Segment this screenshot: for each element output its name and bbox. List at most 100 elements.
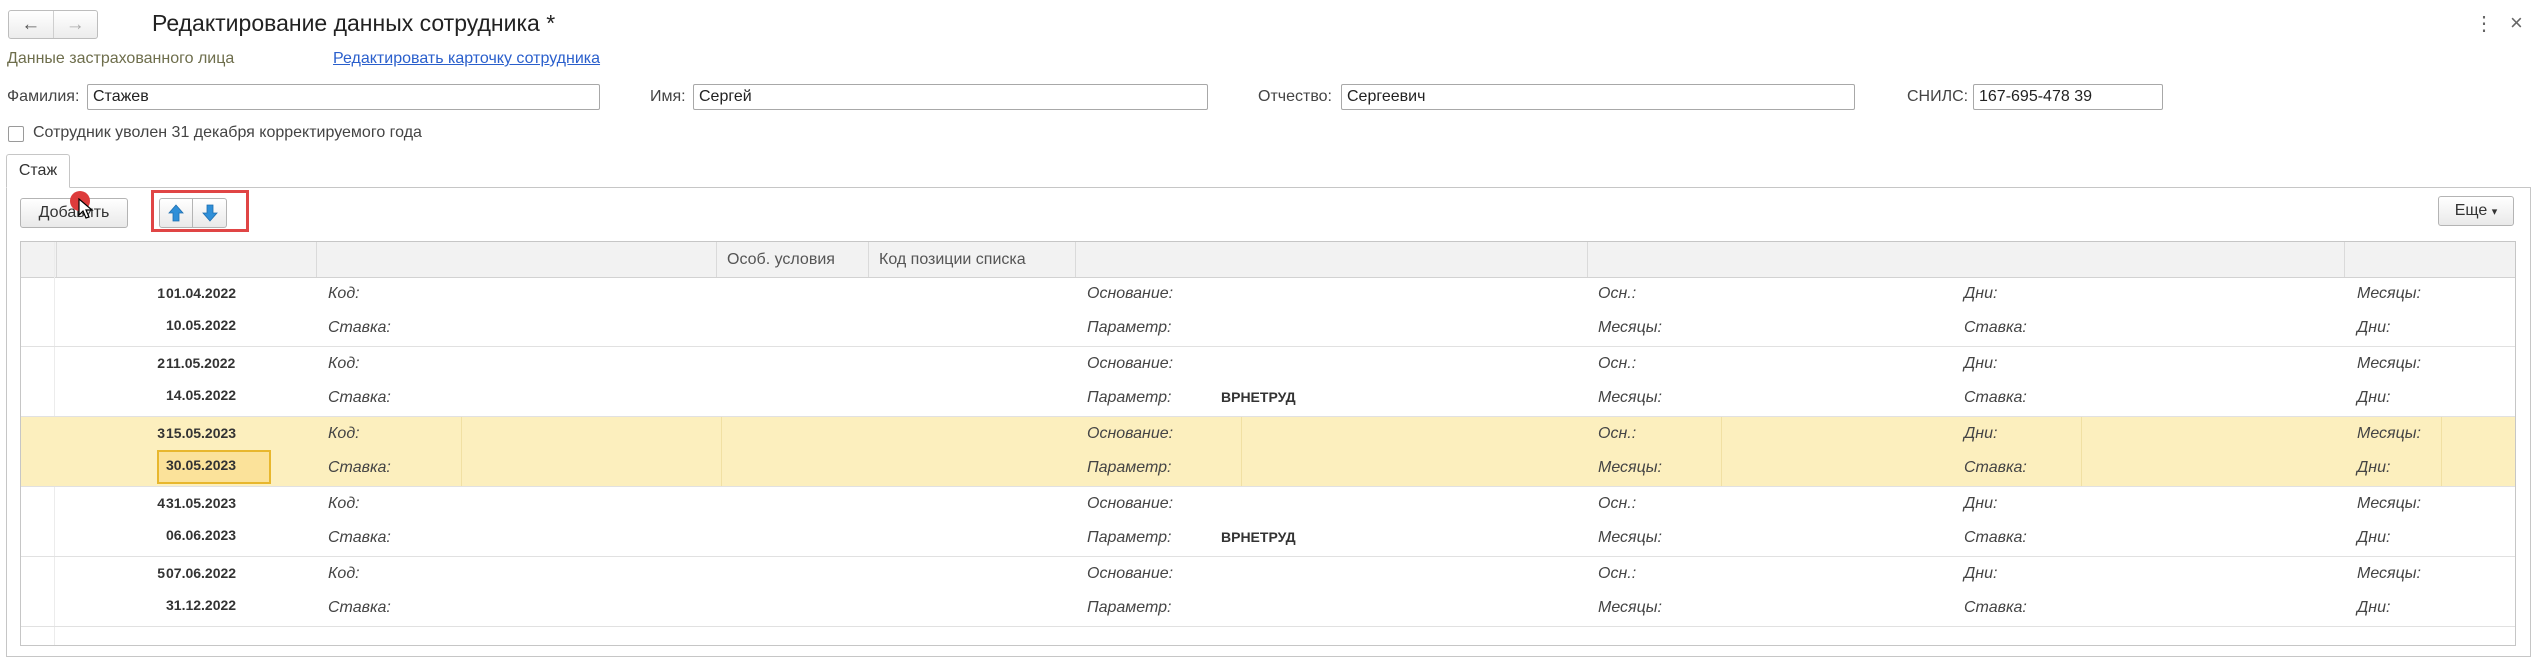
- dismissed-checkbox-label: Сотрудник уволен 31 декабря корректируем…: [33, 124, 422, 141]
- rate-label: Ставка:: [328, 459, 391, 476]
- months-b-label: Месяцы:: [2357, 285, 2421, 302]
- days-label: Дни:: [1964, 355, 1998, 372]
- period-start-date: 31.05.2023: [166, 495, 237, 511]
- back-icon[interactable]: ←: [9, 11, 53, 38]
- code-label: Код:: [328, 285, 360, 302]
- code-label: Код:: [328, 565, 360, 582]
- column-header-1: [56, 242, 156, 277]
- cell-divider: [2441, 417, 2442, 486]
- rate-label: Ставка:: [328, 319, 391, 336]
- period-start-date: 01.04.2022: [166, 285, 237, 301]
- osn-label: Осн.:: [1598, 425, 1637, 442]
- basis-label: Основание:: [1087, 565, 1174, 582]
- rate-b-label: Ставка:: [1964, 459, 2027, 476]
- more-button[interactable]: Еще ▾: [2438, 196, 2514, 226]
- cell-divider: [2081, 417, 2082, 486]
- cell-divider: [721, 417, 722, 486]
- row-number: 4: [157, 495, 165, 511]
- months-label: Месяцы:: [1598, 599, 1662, 616]
- code-label: Код:: [328, 355, 360, 372]
- basis-label: Основание:: [1087, 285, 1174, 302]
- rate-b-label: Ставка:: [1964, 599, 2027, 616]
- parameter-label: Параметр:: [1087, 459, 1172, 476]
- periods-table: Особ. условия Код позиции списка 1 01.04.…: [20, 241, 2516, 646]
- column-header-2: [316, 242, 416, 277]
- column-header-list-position-code[interactable]: Код позиции списка: [868, 242, 1098, 277]
- months-label: Месяцы:: [1598, 389, 1662, 406]
- column-header-7: [2344, 242, 2515, 277]
- firstname-field[interactable]: Сергей: [693, 84, 1208, 110]
- basis-label: Основание:: [1087, 425, 1174, 442]
- insured-person-label: Данные застрахованного лица: [7, 50, 235, 67]
- rate-b-label: Ставка:: [1964, 389, 2027, 406]
- osn-label: Осн.:: [1598, 285, 1637, 302]
- more-options-icon[interactable]: ⋮: [2474, 11, 2494, 36]
- period-end-date: 10.05.2022: [166, 317, 237, 333]
- forward-icon[interactable]: →: [52, 11, 98, 38]
- parameter-value: ВРНЕТРУД: [1221, 529, 1296, 545]
- dismissed-checkbox[interactable]: [8, 126, 24, 142]
- table-row[interactable]: 2 11.05.2022 14.05.2022 Код: Ставка: Основани…: [21, 347, 2515, 417]
- period-end-date: 14.05.2022: [166, 387, 237, 403]
- parameter-value: ВРНЕТРУД: [1221, 389, 1296, 405]
- cell-divider: [461, 417, 462, 486]
- months-b-label: Месяцы:: [2357, 565, 2421, 582]
- parameter-label: Параметр:: [1087, 389, 1172, 406]
- row-number: 5: [157, 565, 165, 581]
- column-header-special-conditions[interactable]: Особ. условия: [716, 242, 888, 277]
- days-b-label: Дни:: [2357, 459, 2391, 476]
- rate-label: Ставка:: [328, 529, 391, 546]
- cell-divider: [1721, 417, 1722, 486]
- basis-label: Основание:: [1087, 355, 1174, 372]
- patronymic-field[interactable]: Сергеевич: [1341, 84, 1855, 110]
- rate-b-label: Ставка:: [1964, 319, 2027, 336]
- days-label: Дни:: [1964, 565, 1998, 582]
- months-b-label: Месяцы:: [2357, 495, 2421, 512]
- months-b-label: Месяцы:: [2357, 355, 2421, 372]
- period-start-date: 11.05.2022: [166, 355, 236, 371]
- edit-employee-card-link[interactable]: Редактировать карточку сотрудника: [333, 50, 600, 68]
- cell-divider: [1241, 417, 1242, 486]
- days-label: Дни:: [1964, 425, 1998, 442]
- row-number: 2: [157, 355, 165, 371]
- days-b-label: Дни:: [2357, 389, 2391, 406]
- days-b-label: Дни:: [2357, 599, 2391, 616]
- parameter-label: Параметр:: [1087, 319, 1172, 336]
- more-button-label: Еще: [2454, 202, 2488, 219]
- table-row[interactable]: 1 01.04.2022 10.05.2022 Код: Ставка: Основани…: [21, 277, 2515, 347]
- osn-label: Осн.:: [1598, 355, 1637, 372]
- dropdown-arrow-icon: ▾: [2491, 206, 2498, 218]
- period-end-date: 30.05.2023: [166, 457, 237, 473]
- period-start-date: 07.06.2022: [166, 565, 237, 581]
- period-start-date: 15.05.2023: [166, 425, 237, 441]
- navigation-buttons: ← →: [8, 10, 98, 39]
- row-number: 1: [157, 285, 165, 301]
- days-b-label: Дни:: [2357, 319, 2391, 336]
- close-icon[interactable]: ×: [2510, 10, 2523, 36]
- lastname-field[interactable]: Стажев: [87, 84, 600, 110]
- rate-label: Ставка:: [328, 389, 391, 406]
- osn-label: Осн.:: [1598, 495, 1637, 512]
- tab-stazh[interactable]: Стаж: [6, 154, 70, 188]
- code-label: Код:: [328, 425, 360, 442]
- table-header: Особ. условия Код позиции списка: [21, 242, 2515, 278]
- months-label: Месяцы:: [1598, 319, 1662, 336]
- table-row[interactable]: 4 31.05.2023 06.06.2023 Код: Ставка: Основани…: [21, 487, 2515, 557]
- months-label: Месяцы:: [1598, 529, 1662, 546]
- snils-field[interactable]: 167-695-478 39: [1973, 84, 2163, 110]
- basis-label: Основание:: [1087, 495, 1174, 512]
- snils-label: СНИЛС:: [1907, 88, 1969, 105]
- mouse-cursor-icon: [78, 198, 94, 219]
- table-row[interactable]: 3 15.05.2023 30.05.2023 Код: Ставка: Основани…: [21, 417, 2515, 487]
- table-row[interactable]: 5 07.06.2022 31.12.2022 Код: Ставка: Основани…: [21, 557, 2515, 627]
- days-label: Дни:: [1964, 495, 1998, 512]
- parameter-label: Параметр:: [1087, 529, 1172, 546]
- column-header-6: [1587, 242, 1687, 277]
- period-end-date: 06.06.2023: [166, 527, 237, 543]
- parameter-label: Параметр:: [1087, 599, 1172, 616]
- firstname-label: Имя:: [650, 88, 686, 105]
- months-b-label: Месяцы:: [2357, 425, 2421, 442]
- lastname-label: Фамилия:: [7, 88, 80, 105]
- osn-label: Осн.:: [1598, 565, 1637, 582]
- row-number: 3: [157, 425, 165, 441]
